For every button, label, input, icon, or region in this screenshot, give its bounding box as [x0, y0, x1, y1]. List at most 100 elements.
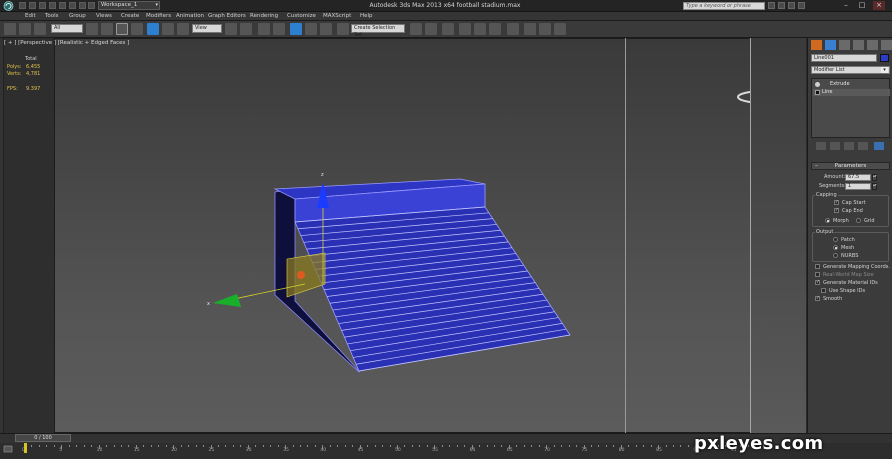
align-icon[interactable] [425, 23, 437, 35]
pivot-center-icon[interactable] [225, 23, 237, 35]
current-frame-marker[interactable] [24, 443, 27, 453]
segments-spinner[interactable]: 1 [845, 183, 871, 190]
schematic-view-icon[interactable] [489, 23, 501, 35]
expand-square-icon[interactable] [815, 90, 820, 95]
hierarchy-tab-icon[interactable] [839, 40, 850, 50]
material-editor-icon[interactable] [507, 23, 519, 35]
favorites-star-icon[interactable] [788, 2, 795, 9]
cap-start-checkbox[interactable]: ✓ [834, 200, 839, 205]
remove-modifier-icon[interactable] [858, 142, 868, 150]
menu-graph-editors[interactable]: Graph Editors [208, 13, 246, 19]
lightbulb-icon[interactable] [815, 82, 820, 87]
menu-help[interactable]: Help [360, 13, 373, 19]
viewport-label[interactable]: [ + ] [Perspective ] [Realistic + Edged … [4, 40, 129, 46]
bind-space-warp-icon[interactable] [34, 23, 46, 35]
stack-item-extrude[interactable]: Extrude [813, 81, 890, 88]
menu-animation[interactable]: Animation [176, 13, 204, 19]
show-end-result-icon[interactable] [830, 142, 840, 150]
menu-group[interactable]: Group [69, 13, 86, 19]
cap-end-checkbox[interactable]: ✓ [834, 208, 839, 213]
object-color-swatch[interactable] [880, 54, 889, 62]
select-and-manipulate-icon[interactable] [240, 23, 252, 35]
project-folder-icon[interactable] [88, 2, 95, 9]
select-and-scale-icon[interactable] [177, 23, 189, 35]
stack-item-line[interactable]: Line [813, 89, 890, 96]
app-logo-icon[interactable] [2, 1, 15, 11]
select-and-rotate-icon[interactable] [162, 23, 174, 35]
morph-radio[interactable] [825, 218, 830, 223]
menu-maxscript[interactable]: MAXScript [323, 13, 351, 19]
communication-center-icon[interactable] [778, 2, 785, 9]
grid-radio[interactable] [856, 218, 861, 223]
menu-edit[interactable]: Edit [25, 13, 36, 19]
hold-icon[interactable] [69, 2, 76, 9]
keyboard-shortcut-icon[interactable] [258, 23, 270, 35]
configure-modifier-sets-icon[interactable] [874, 142, 884, 150]
help-search-input[interactable]: Type a keyword or phrase [683, 2, 765, 10]
save-file-icon[interactable] [39, 2, 46, 9]
make-unique-icon[interactable] [844, 142, 854, 150]
utilities-tab-icon[interactable] [881, 40, 892, 50]
gen-mapping-checkbox[interactable] [815, 264, 820, 269]
display-tab-icon[interactable] [867, 40, 878, 50]
render-production-icon[interactable] [554, 23, 566, 35]
maximize-icon[interactable]: □ [856, 1, 868, 10]
window-crossing-icon[interactable] [131, 23, 143, 35]
modify-tab-icon[interactable] [825, 40, 836, 50]
smooth-checkbox[interactable]: ✓ [815, 296, 820, 301]
select-and-link-icon[interactable] [4, 23, 16, 35]
percent-snap-icon[interactable] [305, 23, 317, 35]
gizmo-center[interactable] [297, 271, 305, 279]
graphite-ribbon-icon[interactable] [459, 23, 471, 35]
viewport-divider[interactable] [625, 38, 626, 433]
close-icon[interactable]: × [873, 1, 885, 10]
mesh-radio[interactable] [833, 245, 838, 250]
motion-tab-icon[interactable] [853, 40, 864, 50]
menu-create[interactable]: Create [121, 13, 139, 19]
menu-views[interactable]: Views [96, 13, 112, 19]
undo-icon[interactable] [49, 2, 56, 9]
menu-tools[interactable]: Tools [45, 13, 59, 19]
search-icon[interactable] [768, 2, 775, 9]
menu-customize[interactable]: Customize [287, 13, 316, 19]
modifier-list-select[interactable]: Modifier List ▾ [811, 66, 890, 74]
select-and-move-icon[interactable] [147, 23, 159, 35]
snaps-toggle-icon[interactable] [273, 23, 285, 35]
mirror-icon[interactable] [410, 23, 422, 35]
new-file-icon[interactable] [19, 2, 26, 9]
curve-editor-icon[interactable] [474, 23, 486, 35]
help-icon[interactable] [798, 2, 805, 9]
real-world-checkbox[interactable] [815, 272, 820, 277]
named-selection-select[interactable]: Create Selection Set [351, 24, 405, 38]
unlink-icon[interactable] [19, 23, 31, 35]
parameters-rollout-header[interactable]: – Parameters [811, 162, 890, 170]
workspace-select[interactable]: Workspace_1 ▾ [98, 1, 160, 10]
perspective-viewport[interactable]: x z LEFT [54, 38, 806, 433]
rendered-frame-window-icon[interactable] [539, 23, 551, 35]
redo-icon[interactable] [59, 2, 66, 9]
pin-stack-icon[interactable] [816, 142, 826, 150]
select-object-icon[interactable] [86, 23, 98, 35]
menu-rendering[interactable]: Rendering [250, 13, 278, 19]
render-setup-icon[interactable] [524, 23, 536, 35]
layer-manager-icon[interactable] [442, 23, 454, 35]
rectangular-selection-icon[interactable] [116, 23, 128, 35]
fetch-icon[interactable] [79, 2, 86, 9]
patch-radio[interactable] [833, 237, 838, 242]
gen-material-checkbox[interactable]: ✓ [815, 280, 820, 285]
open-file-icon[interactable] [29, 2, 36, 9]
amount-spinner[interactable]: 67.5 [845, 174, 871, 181]
segments-spinner-arrows-icon[interactable]: ▴▾ [872, 183, 877, 190]
menu-modifiers[interactable]: Modifiers [146, 13, 171, 19]
minimize-icon[interactable]: – [840, 1, 852, 10]
amount-spinner-arrows-icon[interactable]: ▴▾ [872, 174, 877, 181]
reference-coord-select[interactable]: View [192, 24, 222, 33]
nurbs-radio[interactable] [833, 253, 838, 258]
transform-gizmo-plane[interactable] [286, 252, 326, 298]
axis-x-arrow[interactable] [213, 294, 241, 307]
create-tab-icon[interactable] [811, 40, 822, 50]
angle-snap-icon[interactable] [290, 23, 302, 35]
track-bar-toggle-icon[interactable] [3, 444, 13, 454]
use-shape-ids-checkbox[interactable] [821, 288, 826, 293]
edit-named-selection-icon[interactable] [337, 23, 349, 35]
